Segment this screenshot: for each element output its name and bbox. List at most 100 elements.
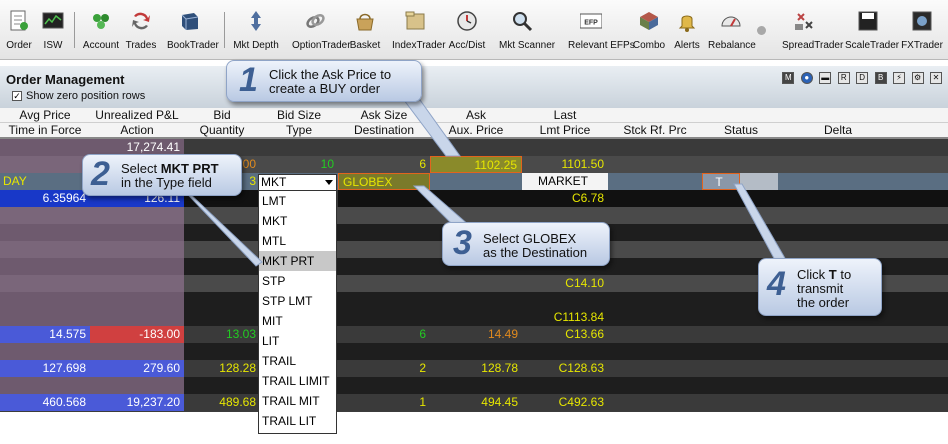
type-option-trail[interactable]: TRAIL [259, 351, 336, 371]
ctrl-minimize[interactable]: ▬ [819, 72, 832, 84]
col-time-in-force[interactable]: Time in Force [0, 123, 90, 138]
callout-text: create a BUY order [269, 81, 381, 96]
col-status[interactable]: Status [702, 123, 780, 138]
type-option-trail-lit[interactable]: TRAIL LIT [259, 411, 336, 431]
last-cell: C492.63 [558, 395, 604, 409]
col-quantity[interactable]: Quantity [184, 123, 260, 138]
col-aux-price[interactable]: Aux. Price [430, 123, 522, 138]
step-number: 3 [453, 224, 472, 262]
avg-price-cell: 6.35964 [0, 190, 90, 207]
ctrl-d[interactable]: D [856, 72, 869, 84]
ctrl-b[interactable]: B [874, 72, 887, 84]
ask-size-cell: 6 [419, 157, 426, 171]
ctrl-globe-icon[interactable]: ● [800, 72, 813, 84]
type-option-lit[interactable]: LIT [259, 331, 336, 351]
show-zero-label: Show zero position rows [26, 90, 146, 102]
ctrl-r[interactable]: R [837, 72, 850, 84]
account-button[interactable]: Account [83, 4, 119, 56]
acc-dist-button[interactable]: Acc/Dist [449, 4, 485, 56]
mkt-depth-label: Mkt Depth [233, 40, 279, 51]
table-row[interactable]: 14.575 -183.00 13.03 6 14.49 C13.66 [0, 326, 948, 343]
basket-button[interactable]: Basket [350, 4, 380, 56]
col-lmt-price[interactable]: Lmt Price [522, 123, 608, 138]
type-option-mkt-prt[interactable]: MKT PRT [259, 251, 336, 271]
bid-size-cell: 10 [320, 157, 334, 171]
type-option-mkt[interactable]: MKT [259, 211, 336, 231]
destination-cell[interactable]: GLOBEX [338, 173, 430, 190]
account-icon [93, 14, 109, 29]
last-cell: C13.66 [565, 327, 604, 341]
mkt-scanner-button[interactable]: Mkt Scanner [499, 4, 555, 56]
type-option-stp-lmt[interactable]: STP LMT [259, 291, 336, 311]
callout-text: as the Destination [483, 245, 588, 260]
type-option-trail-mit[interactable]: TRAIL MIT [259, 391, 336, 411]
type-option-trail-limit[interactable]: TRAIL LIMIT [259, 371, 336, 391]
alerts-button[interactable]: Alerts [674, 4, 700, 56]
ask-cell: 494.45 [481, 395, 518, 409]
order-button[interactable]: Order [6, 4, 32, 56]
show-zero-checkbox[interactable]: ✓ [12, 91, 22, 101]
order-type-select[interactable]: MKT [258, 174, 337, 191]
col-unrealized-pnl[interactable]: Unrealized P&L [90, 108, 184, 123]
optiontrader-button[interactable]: OptionTrader [292, 4, 351, 56]
pnl-cell: -183.00 [90, 326, 184, 343]
column-header-row-2: Time in Force Action Quantity Type Desti… [0, 123, 948, 139]
rebalance-icon [721, 16, 741, 27]
alerts-label: Alerts [674, 40, 700, 51]
main-toolbar: Order ISW Account Trades BookTrader Mkt … [0, 0, 948, 60]
spreadtrader-button[interactable]: SpreadTrader [782, 4, 843, 56]
rebalance-label: Rebalance [708, 40, 756, 51]
table-row[interactable]: 460.568 19,237.20 489.68 1 494.45 C492.6… [0, 394, 948, 411]
last-cell: C14.10 [565, 276, 604, 290]
col-destination[interactable]: Destination [338, 123, 430, 138]
booktrader-button[interactable]: BookTrader [167, 4, 219, 56]
ask-size-cell: 6 [419, 327, 426, 341]
col-avg-price[interactable]: Avg Price [0, 108, 90, 123]
toolbar-separator [74, 12, 75, 48]
avg-price-cell: 460.568 [0, 394, 90, 411]
col-stck-rf-prc[interactable]: Stck Rf. Prc [608, 123, 702, 138]
type-option-mit[interactable]: MIT [259, 311, 336, 331]
lmt-price-cell[interactable]: MARKET [522, 173, 608, 190]
indextrader-button[interactable]: IndexTrader [392, 4, 446, 56]
trades-button[interactable]: Trades [126, 4, 156, 56]
scaletrader-button[interactable]: ScaleTrader [845, 4, 899, 56]
transmit-button[interactable]: T [702, 173, 740, 190]
trades-icon [132, 12, 150, 30]
col-ask[interactable]: Ask [430, 108, 522, 123]
col-bid-size[interactable]: Bid Size [260, 108, 338, 123]
ctrl-close-icon[interactable]: ✕ [930, 72, 942, 84]
col-last[interactable]: Last [522, 108, 608, 123]
step-number: 4 [767, 265, 786, 303]
col-action[interactable]: Action [90, 123, 184, 138]
col-type[interactable]: Type [260, 123, 338, 138]
fxtrader-label: FXTrader [901, 40, 943, 51]
chevron-down-icon[interactable] [325, 180, 333, 185]
type-option-lmt[interactable]: LMT [259, 191, 336, 211]
rebalance-button[interactable]: Rebalance [708, 4, 756, 56]
type-option-mtl[interactable]: MTL [259, 231, 336, 251]
col-delta[interactable]: Delta [780, 123, 896, 138]
ctrl-m[interactable]: M [782, 72, 795, 84]
mkt-scanner-icon [513, 12, 533, 32]
combo-button[interactable]: Combo [633, 4, 665, 56]
table-row[interactable] [0, 377, 948, 394]
col-bid[interactable]: Bid [184, 108, 260, 123]
fxtrader-button[interactable]: FXTrader [901, 4, 943, 56]
relevant-efps-button[interactable]: EFP Relevant EFPs [568, 4, 635, 56]
ask-price-cell[interactable]: 1102.25 [430, 156, 522, 173]
bid-cell: 13.03 [225, 327, 256, 341]
type-option-stp[interactable]: STP [259, 271, 336, 291]
col-ask-size[interactable]: Ask Size [338, 108, 430, 123]
isw-button[interactable]: ISW [40, 4, 66, 56]
ctrl-lightning-icon[interactable]: ⚡ [893, 72, 906, 84]
time-in-force-cell[interactable]: DAY [0, 173, 90, 190]
table-row[interactable] [0, 343, 948, 360]
last-cell: C128.63 [558, 361, 604, 375]
ask-cell: 128.78 [481, 361, 518, 375]
mkt-depth-button[interactable]: Mkt Depth [233, 4, 279, 56]
table-row[interactable]: 127.698 279.60 128.28 2 128.78 C128.63 [0, 360, 948, 377]
callout-step-1: 1 Click the Ask Price to create a BUY or… [226, 60, 422, 102]
optiontrader-label: OptionTrader [292, 40, 351, 51]
ctrl-settings-icon[interactable]: ⚙ [911, 72, 924, 84]
